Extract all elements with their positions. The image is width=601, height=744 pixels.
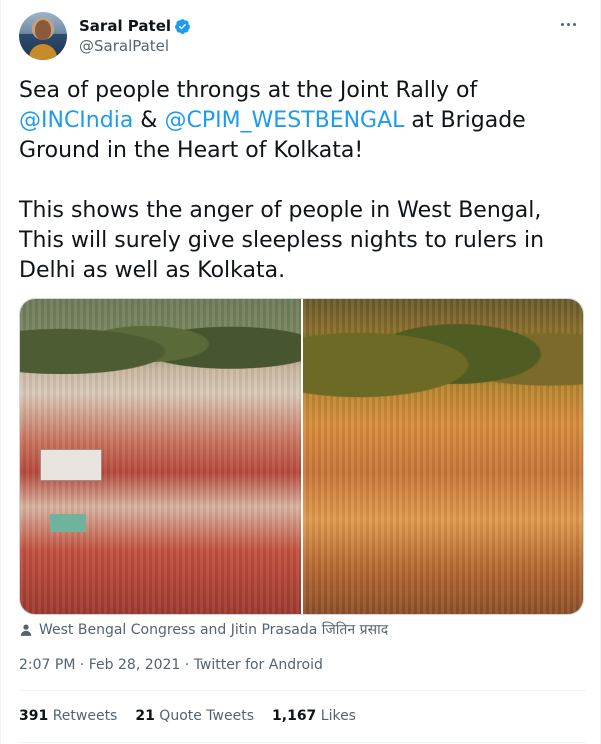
tweet-text-segment: & — [133, 108, 165, 133]
more-options-icon[interactable] — [556, 14, 580, 34]
likes-count: 1,167 — [272, 708, 317, 724]
avatar[interactable] — [19, 12, 67, 60]
tweet-stats: 391 Retweets 21 Quote Tweets 1,167 Likes — [19, 706, 356, 726]
verified-badge-icon — [175, 18, 190, 34]
retweets-stat[interactable]: 391 Retweets — [19, 706, 117, 726]
divider — [19, 742, 586, 743]
rally-photo-right[interactable] — [302, 299, 583, 614]
photo-tent — [50, 514, 86, 532]
author-handle[interactable]: @SaralPatel — [79, 36, 191, 56]
author-name-row[interactable]: Saral Patel — [79, 16, 191, 36]
divider — [19, 690, 586, 691]
tweet-card: Saral Patel @SaralPatel Sea of people th… — [0, 0, 601, 744]
tweet-text-segment: Sea of people throngs at the Joint Rally… — [19, 78, 478, 103]
avatar-head — [35, 20, 51, 40]
tagged-people[interactable]: West Bengal Congress and Jitin Prasada ज… — [19, 620, 388, 640]
tweet-timestamp-source[interactable]: 2:07 PM · Feb 28, 2021 · Twitter for And… — [19, 655, 323, 675]
mention-cpim-westbengal-link[interactable]: @CPIM_WESTBENGAL — [164, 108, 404, 133]
photo-trees — [302, 299, 583, 409]
person-icon — [20, 624, 32, 636]
quote-tweets-label: Quote Tweets — [159, 708, 255, 724]
avatar-shirt — [29, 44, 57, 60]
media-gallery — [19, 298, 584, 615]
photo-stage — [40, 449, 102, 481]
retweets-count: 391 — [19, 708, 49, 724]
mention-incindia-link[interactable]: @INCIndia — [19, 108, 133, 133]
tweet-paragraph-1: Sea of people throngs at the Joint Rally… — [19, 76, 589, 166]
author-display-name[interactable]: Saral Patel — [79, 16, 171, 36]
quote-tweets-count: 21 — [135, 708, 155, 724]
likes-label: Likes — [320, 708, 356, 724]
photo-trees — [20, 299, 301, 374]
quote-tweets-stat[interactable]: 21 Quote Tweets — [135, 706, 254, 726]
tweet-header: Saral Patel @SaralPatel — [19, 12, 584, 62]
likes-stat[interactable]: 1,167 Likes — [272, 706, 356, 726]
author-info: Saral Patel @SaralPatel — [79, 16, 191, 56]
rally-photo-left[interactable] — [20, 299, 301, 614]
tweet-paragraph-2: This shows the anger of people in West B… — [19, 198, 545, 283]
tweet-text: Sea of people throngs at the Joint Rally… — [19, 76, 589, 286]
retweets-label: Retweets — [52, 708, 118, 724]
tagged-people-text: West Bengal Congress and Jitin Prasada ज… — [39, 622, 389, 638]
